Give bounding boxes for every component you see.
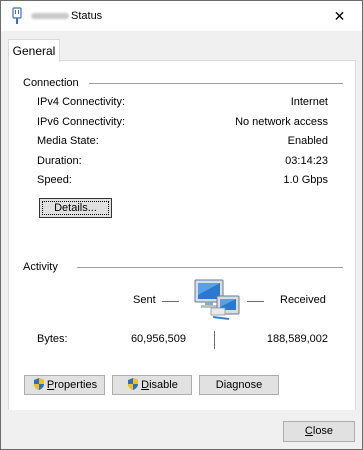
speed-value: 1.0 Gbps xyxy=(283,174,328,186)
received-label: Received xyxy=(280,294,326,306)
connection-divider xyxy=(89,83,343,84)
ipv6-value: No network access xyxy=(235,116,328,128)
ipv4-label: IPv4 Connectivity: xyxy=(37,96,126,108)
received-line xyxy=(247,301,264,302)
adapter-name-redacted xyxy=(31,13,69,19)
network-computers-icon xyxy=(194,279,240,320)
bytes-sent-value: 60,956,509 xyxy=(130,333,186,345)
status-dialog: Status ✕ General Connection IPv4 Connect… xyxy=(0,0,363,450)
activity-divider xyxy=(77,267,343,268)
uac-shield-icon xyxy=(128,378,139,390)
tab-general[interactable]: General xyxy=(8,39,60,62)
duration-value: 03:14:23 xyxy=(285,155,328,167)
close-window-button[interactable]: ✕ xyxy=(317,1,362,31)
properties-label: roperties xyxy=(54,379,98,391)
disable-accel: D xyxy=(141,379,150,391)
ipv4-value: Internet xyxy=(290,96,328,108)
dialog-footer: Close xyxy=(1,410,362,449)
details-button[interactable]: Details... xyxy=(39,198,112,218)
media-state-value: Enabled xyxy=(287,135,328,147)
close-label: lose xyxy=(312,425,334,437)
close-accel: C xyxy=(304,425,313,437)
bytes-received-value: 188,589,002 xyxy=(266,333,328,345)
duration-label: Duration: xyxy=(37,155,82,167)
speed-label: Speed: xyxy=(37,174,72,186)
window-title: Status xyxy=(71,10,103,22)
sent-line xyxy=(162,301,179,302)
general-panel: Connection IPv4 Connectivity: Internet I… xyxy=(8,60,356,411)
media-state-label: Media State: xyxy=(37,135,99,147)
activity-separator xyxy=(214,331,215,349)
ipv6-label: IPv6 Connectivity: xyxy=(37,116,126,128)
sent-label: Sent xyxy=(133,294,156,306)
properties-button[interactable]: Properties xyxy=(24,375,105,395)
title-bar: Status ✕ xyxy=(1,1,362,31)
close-button[interactable]: Close xyxy=(283,421,355,442)
activity-group-label: Activity xyxy=(23,261,58,273)
ethernet-adapter-icon xyxy=(12,7,22,24)
disable-label: isable xyxy=(149,379,178,391)
bytes-label: Bytes: xyxy=(37,333,68,345)
connection-group-label: Connection xyxy=(23,77,79,89)
uac-shield-icon xyxy=(33,378,44,390)
diagnose-button[interactable]: Diagnose xyxy=(199,375,279,395)
disable-button[interactable]: Disable xyxy=(112,375,192,395)
